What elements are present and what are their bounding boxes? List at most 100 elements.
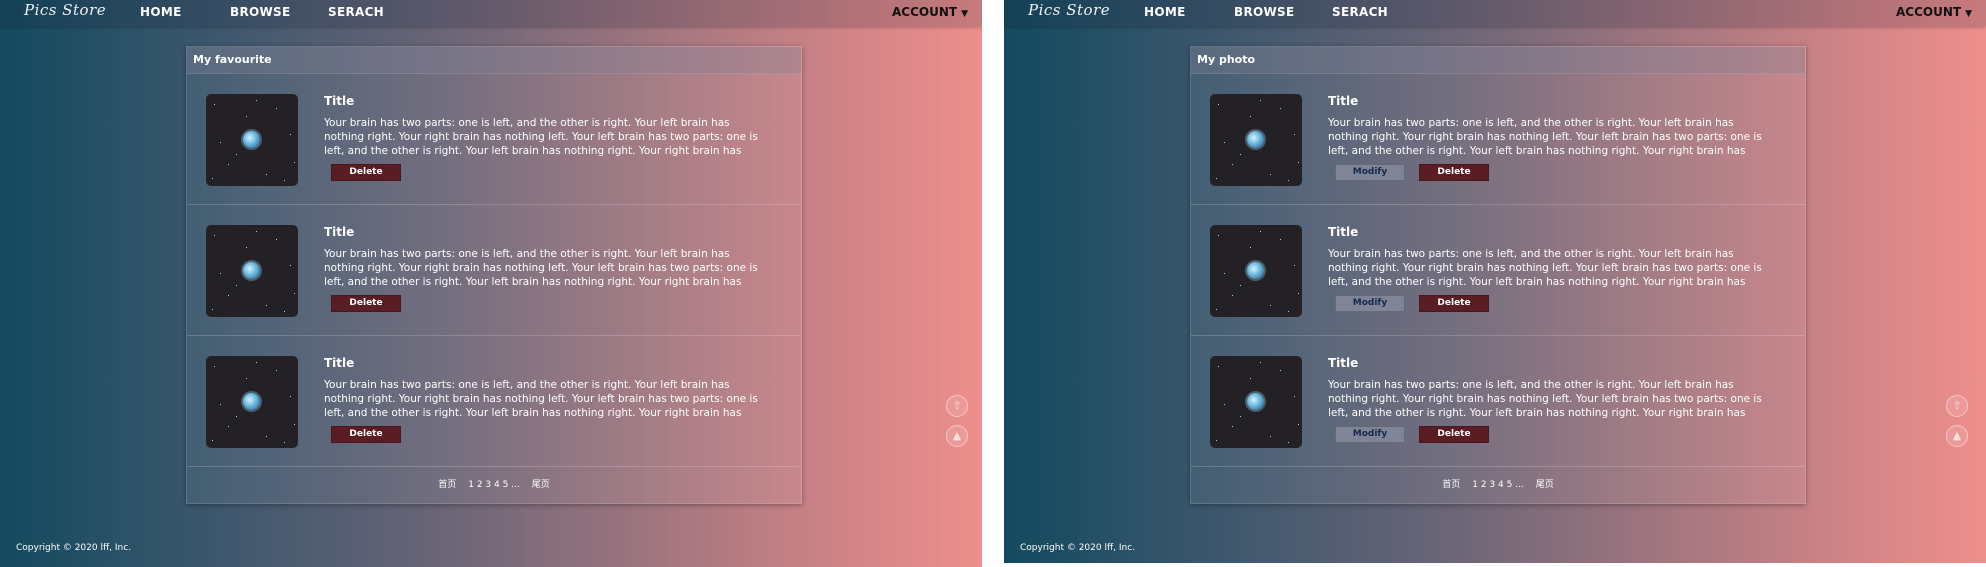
star-dot	[1240, 416, 1241, 417]
star-dot	[1288, 311, 1289, 312]
star-dot	[294, 424, 295, 425]
thumbnail-image[interactable]	[1210, 225, 1302, 317]
list-item: Title Your brain has two parts: one is l…	[1191, 205, 1805, 336]
star-dot	[212, 178, 213, 179]
star-dot	[1270, 305, 1271, 306]
star-dot	[1224, 404, 1225, 405]
planet-icon	[243, 262, 260, 279]
thumbnail-image[interactable]	[206, 356, 298, 448]
star-dot	[276, 108, 277, 109]
top-navbar: Pics Store HOME BROWSE SERACH ACCOUNT ▼	[0, 0, 982, 26]
delete-button[interactable]: Delete	[331, 295, 401, 312]
star-dot	[1224, 142, 1225, 143]
star-dot	[236, 285, 237, 286]
chevron-down-icon: ▼	[1965, 9, 1972, 19]
pagination-last[interactable]: 尾页	[532, 480, 550, 490]
star-dot	[1294, 265, 1295, 266]
star-dot	[228, 164, 229, 165]
star-dot	[1298, 424, 1299, 425]
modify-button[interactable]: Modify	[1335, 426, 1405, 443]
star-dot	[284, 180, 285, 181]
delete-button[interactable]: Delete	[331, 164, 401, 181]
triangle-up-icon[interactable]: ▲	[946, 425, 968, 447]
star-dot	[1294, 396, 1295, 397]
pagination: 首页 1 2 3 4 5 ... 尾页	[187, 477, 801, 490]
star-dot	[1298, 293, 1299, 294]
star-dot	[1250, 116, 1251, 117]
item-title[interactable]: Title	[1328, 94, 1358, 108]
thumbnail-image[interactable]	[1210, 356, 1302, 448]
star-dot	[228, 426, 229, 427]
pagination-last[interactable]: 尾页	[1536, 480, 1554, 490]
pagination: 首页 1 2 3 4 5 ... 尾页	[1191, 477, 1805, 490]
star-dot	[1260, 231, 1261, 232]
thumbnail-image[interactable]	[1210, 94, 1302, 186]
star-dot	[1280, 239, 1281, 240]
thumbnail-image[interactable]	[206, 94, 298, 186]
nav-home[interactable]: HOME	[1144, 5, 1186, 19]
modify-button[interactable]: Modify	[1335, 295, 1405, 312]
star-dot	[1240, 154, 1241, 155]
star-dot	[214, 235, 215, 236]
item-description: Your brain has two parts: one is left, a…	[324, 248, 758, 288]
list-item: Title Your brain has two parts: one is l…	[1191, 336, 1805, 467]
nav-browse[interactable]: BROWSE	[1234, 5, 1294, 19]
nav-browse[interactable]: BROWSE	[230, 5, 290, 19]
account-menu[interactable]: ACCOUNT ▼	[1896, 5, 1972, 19]
thumbnail-image[interactable]	[206, 225, 298, 317]
item-description: Your brain has two parts: one is left, a…	[324, 117, 758, 157]
site-logo[interactable]: Pics Store	[24, 1, 106, 19]
star-dot	[1218, 366, 1219, 367]
star-dot	[246, 116, 247, 117]
item-title[interactable]: Title	[324, 94, 354, 108]
planet-icon	[1247, 262, 1264, 279]
pagination-first[interactable]: 首页	[438, 480, 456, 490]
star-dot	[1232, 426, 1233, 427]
section-title: My favourite	[193, 53, 272, 66]
pagination-pages[interactable]: 1 2 3 4 5 ...	[1472, 480, 1524, 490]
nav-search[interactable]: SERACH	[328, 5, 384, 19]
star-dot	[1250, 247, 1251, 248]
star-dot	[220, 142, 221, 143]
item-title[interactable]: Title	[1328, 225, 1358, 239]
star-dot	[212, 440, 213, 441]
account-menu[interactable]: ACCOUNT ▼	[892, 5, 968, 19]
item-title[interactable]: Title	[324, 356, 354, 370]
delete-button[interactable]: Delete	[331, 426, 401, 443]
top-navbar: Pics Store HOME BROWSE SERACH ACCOUNT ▼	[1004, 0, 1986, 26]
star-dot	[220, 273, 221, 274]
star-dot	[1260, 362, 1261, 363]
item-title[interactable]: Title	[324, 225, 354, 239]
star-dot	[1218, 104, 1219, 105]
pagination-pages[interactable]: 1 2 3 4 5 ...	[468, 480, 520, 490]
delete-button[interactable]: Delete	[1419, 426, 1489, 443]
pagination-first[interactable]: 首页	[1442, 480, 1460, 490]
star-dot	[1224, 273, 1225, 274]
star-dot	[1270, 174, 1271, 175]
item-title[interactable]: Title	[1328, 356, 1358, 370]
delete-button[interactable]: Delete	[1419, 295, 1489, 312]
arrow-up-circle-icon[interactable]: ⇧	[1946, 395, 1968, 417]
star-dot	[1260, 100, 1261, 101]
star-dot	[212, 309, 213, 310]
triangle-up-icon[interactable]: ▲	[1946, 425, 1968, 447]
star-dot	[1294, 134, 1295, 135]
nav-search[interactable]: SERACH	[1332, 5, 1388, 19]
star-dot	[214, 366, 215, 367]
list-item: Title Your brain has two parts: one is l…	[187, 205, 801, 336]
site-logo[interactable]: Pics Store	[1028, 1, 1110, 19]
section-title: My photo	[1197, 53, 1256, 66]
star-dot	[290, 265, 291, 266]
star-dot	[246, 247, 247, 248]
chevron-down-icon: ▼	[961, 9, 968, 19]
star-dot	[220, 404, 221, 405]
delete-button[interactable]: Delete	[1419, 164, 1489, 181]
modify-button[interactable]: Modify	[1335, 164, 1405, 181]
star-dot	[294, 293, 295, 294]
nav-home[interactable]: HOME	[140, 5, 182, 19]
star-dot	[1280, 370, 1281, 371]
item-description: Your brain has two parts: one is left, a…	[1328, 379, 1762, 419]
arrow-up-circle-icon[interactable]: ⇧	[946, 395, 968, 417]
star-dot	[1232, 295, 1233, 296]
star-dot	[266, 305, 267, 306]
